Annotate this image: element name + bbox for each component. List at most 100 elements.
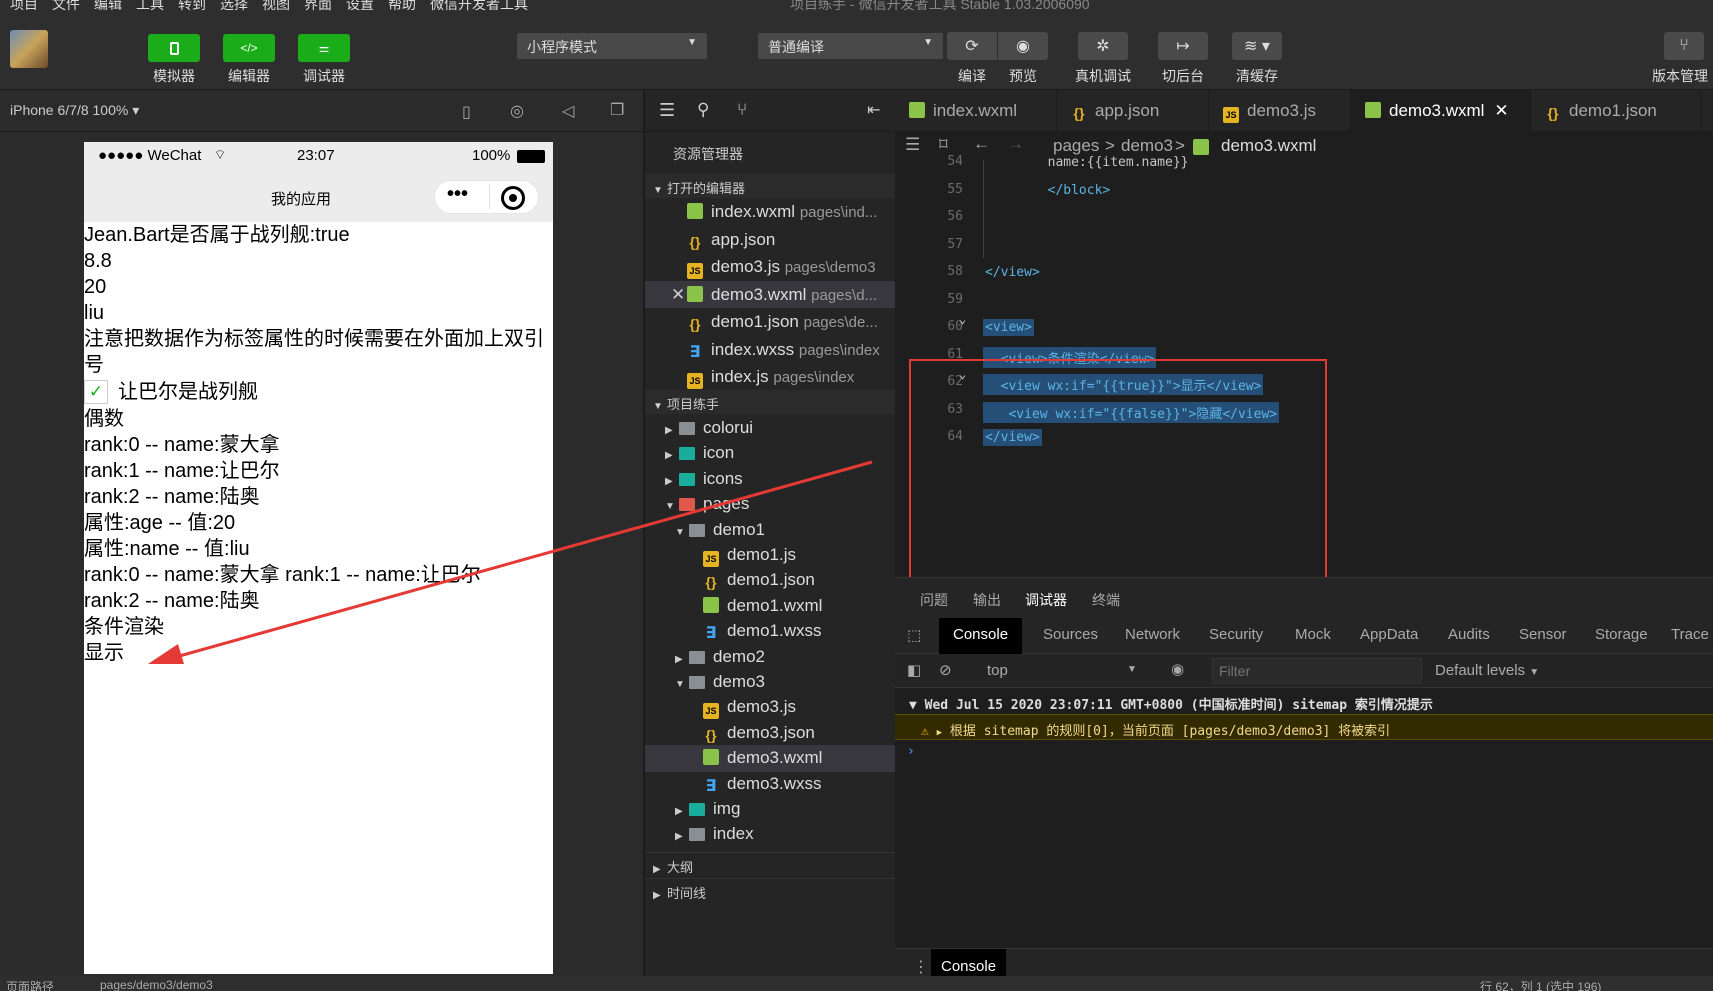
project-header[interactable]: ▼ 项目练手 [645, 390, 895, 414]
clear-cache-button[interactable]: ≋ ▾ [1232, 32, 1282, 60]
search-icon[interactable]: ⚲ [697, 100, 709, 120]
record-icon[interactable]: ◎ [510, 101, 524, 121]
tab-output[interactable]: 输出 [973, 590, 1001, 610]
branch-icon[interactable]: ⑂ [737, 100, 747, 120]
tree-item[interactable]: demo1.wxml [645, 593, 895, 620]
simulator-button[interactable] [148, 34, 200, 62]
log-group-header[interactable]: ▼ Wed Jul 15 2020 23:07:11 GMT+0800 (中国标… [895, 690, 1713, 714]
inspect-icon[interactable]: ⬚ [907, 626, 921, 644]
menu-select[interactable]: 选择 [220, 0, 248, 14]
tree-item[interactable]: JS demo1.js [645, 542, 895, 569]
tree-item[interactable]: demo3.wxml [645, 745, 895, 773]
open-editors-header[interactable]: ▼ 打开的编辑器 [645, 174, 895, 198]
tab-index-wxml[interactable]: index.wxml [895, 90, 1057, 132]
tree-item[interactable]: ▶ icons [645, 466, 895, 493]
open-editor-item[interactable]: JS demo3.js pages\demo3 [645, 253, 895, 280]
levels-select[interactable]: Default levels ▼ [1435, 662, 1539, 679]
menu-tools[interactable]: 工具 [136, 0, 164, 14]
code-line[interactable]: </block> [983, 182, 1112, 199]
tree-item[interactable]: ▶ img [645, 796, 895, 823]
devtab-sources[interactable]: Sources [1043, 626, 1098, 643]
menu-goto[interactable]: 转到 [178, 0, 206, 14]
prompt-icon[interactable]: › [907, 744, 915, 759]
compile-mode-select[interactable]: 普通编译 ▼ [758, 33, 943, 59]
editor-button[interactable]: </> [223, 34, 275, 62]
menu-wechat-devtools[interactable]: 微信开发者工具 [430, 0, 528, 14]
status-path[interactable]: pages/demo3/demo3 [100, 978, 213, 991]
devtab-storage[interactable]: Storage [1595, 626, 1648, 643]
menu-file[interactable]: 文件 [52, 0, 80, 14]
tree-item[interactable]: ▼ demo1 [645, 517, 895, 544]
menu-project[interactable]: 项目 [10, 0, 38, 14]
tree-item[interactable]: ▶ demo2 [645, 644, 895, 671]
close-circle-icon[interactable] [501, 186, 525, 210]
debugger-button[interactable]: ⚌ [298, 34, 350, 62]
device-select[interactable]: iPhone 6/7/8 100% ▾ [10, 102, 139, 119]
tab-demo1-json[interactable]: {} demo1.json [1531, 90, 1701, 132]
eye-icon[interactable]: ◉ [1171, 660, 1184, 678]
tree-item[interactable]: ∃ demo3.wxss [645, 771, 895, 798]
collapse-icon[interactable]: ⇤ [867, 100, 880, 120]
tree-item[interactable]: ▼ demo3 [645, 669, 895, 696]
code-line[interactable]: <view> [983, 319, 1034, 336]
bookmark-icon[interactable]: ⌑ [939, 135, 948, 155]
context-select[interactable]: top ▼ [987, 662, 1175, 679]
menu-view[interactable]: 视图 [262, 0, 290, 14]
tab-demo3-wxml[interactable]: demo3.wxml ✕ [1351, 90, 1531, 132]
open-editor-item[interactable]: ✕ demo3.wxml pages\d... [645, 280, 895, 308]
tree-item[interactable]: {} demo1.json [645, 567, 895, 594]
user-avatar[interactable] [10, 30, 48, 68]
log-warning[interactable]: ⚠ ▶ 根据 sitemap 的规则[0]，当前页面 [pages/demo3/… [895, 714, 1713, 740]
clear-icon[interactable]: ⊘ [939, 661, 952, 679]
tree-item[interactable]: ▶ icon [645, 440, 895, 467]
backend-button[interactable]: ↦ [1158, 32, 1208, 60]
code-line[interactable] [983, 292, 987, 294]
breadcrumb-pages[interactable]: pages [1053, 136, 1099, 156]
menu-settings[interactable]: 设置 [346, 0, 374, 14]
list-icon[interactable]: ☰ [659, 100, 675, 121]
code-view[interactable]: 54 name:{{item.name}} 55 </block> 56 57 58 </… [895, 154, 1713, 616]
checkbox[interactable]: ✓ [84, 380, 108, 404]
mode-select[interactable]: 小程序模式 ▼ [517, 33, 707, 59]
open-editor-item[interactable]: JS index.js pages\index [645, 363, 895, 390]
breadcrumb-file[interactable]: demo3.wxml [1221, 136, 1316, 156]
devtab-appdata[interactable]: AppData [1360, 626, 1418, 643]
timeline-header[interactable]: ▶ 时间线 [645, 878, 895, 902]
tab-terminal[interactable]: 终端 [1092, 590, 1120, 610]
tab-problems[interactable]: 问题 [920, 590, 948, 610]
more-icon[interactable]: ••• [447, 183, 468, 206]
filter-input[interactable] [1212, 658, 1422, 684]
code-line[interactable]: </view> [983, 264, 1042, 281]
breadcrumb-demo3[interactable]: demo3 [1121, 136, 1173, 156]
version-button[interactable]: ⑂ [1664, 32, 1704, 60]
devtab-network[interactable]: Network [1125, 626, 1180, 643]
sidebar-toggle-icon[interactable]: ◧ [907, 661, 921, 679]
tab-demo3-js[interactable]: JS demo3.js [1209, 90, 1351, 132]
outline-header[interactable]: ▶ 大纲 [645, 852, 895, 876]
close-icon[interactable]: ✕ [671, 285, 685, 305]
volume-icon[interactable]: ◁ [562, 101, 574, 121]
menu-help[interactable]: 帮助 [388, 0, 416, 14]
forward-icon[interactable]: → [1007, 134, 1024, 154]
devtab-security[interactable]: Security [1209, 626, 1263, 643]
tree-item[interactable]: ▼ pages [645, 491, 895, 518]
open-editor-item[interactable]: index.wxml pages\ind... [645, 198, 895, 225]
fold-chevron-icon[interactable]: ⌄ [959, 312, 966, 326]
tab-debugger[interactable]: 调试器 [1025, 590, 1067, 610]
real-debug-button[interactable]: ✲ [1078, 32, 1128, 60]
tree-item[interactable]: ∃ demo1.wxss [645, 618, 895, 645]
phone-icon[interactable]: ▯ [462, 102, 471, 122]
open-editor-item[interactable]: ∃ index.wxss pages\index [645, 336, 895, 363]
more-vertical-icon[interactable]: ⋮ [913, 957, 929, 977]
devtab-audits[interactable]: Audits [1448, 626, 1490, 643]
tab-app-json[interactable]: {} app.json [1057, 90, 1209, 132]
devtab-mock[interactable]: Mock [1295, 626, 1331, 643]
list-icon[interactable]: ☰ [905, 135, 920, 155]
code-line[interactable] [983, 209, 987, 211]
close-icon[interactable]: ✕ [1494, 101, 1508, 120]
code-line[interactable] [983, 237, 987, 239]
window-icon[interactable]: ❐ [610, 100, 624, 120]
devtab-sensor[interactable]: Sensor [1519, 626, 1567, 643]
tree-item[interactable]: ▶ index [645, 821, 895, 848]
open-editor-item[interactable]: {} demo1.json pages\de... [645, 308, 895, 335]
